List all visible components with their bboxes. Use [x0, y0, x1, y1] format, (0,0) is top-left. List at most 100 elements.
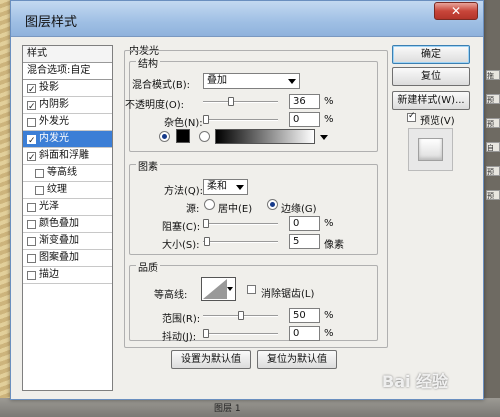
- reset-default-button[interactable]: 复位为默认值: [257, 350, 337, 369]
- style-item-label: 外发光: [39, 116, 69, 127]
- checkbox-icon[interactable]: [27, 133, 36, 149]
- checkbox-icon[interactable]: [27, 150, 36, 166]
- opacity-input[interactable]: 36: [289, 94, 320, 109]
- style-item-label: 图案叠加: [39, 252, 79, 263]
- percent-unit: %: [324, 96, 334, 107]
- blend-mode-value: 叠加: [207, 75, 227, 86]
- source-label: 源:: [186, 204, 200, 215]
- source-center-radio[interactable]: [204, 199, 215, 210]
- layer-style-dialog: 图层样式 ✕ 样式 混合选项:自定 投影 内阴影 外发光 内发光 斜面和浮雕 等…: [10, 0, 484, 400]
- quality-title: 品质: [136, 259, 160, 274]
- style-item-label: 等高线: [47, 167, 77, 178]
- checkbox-icon[interactable]: [27, 253, 36, 263]
- slider-thumb[interactable]: [238, 311, 244, 320]
- checkbox-icon[interactable]: [27, 82, 36, 98]
- slider-thumb[interactable]: [204, 237, 210, 246]
- slider-thumb[interactable]: [203, 329, 209, 338]
- blend-options-item[interactable]: 混合选项:自定: [23, 63, 112, 80]
- checkbox-icon[interactable]: [27, 236, 36, 246]
- checkbox-icon[interactable]: [35, 185, 44, 195]
- checkbox-icon[interactable]: [27, 219, 36, 229]
- set-default-button[interactable]: 设置为默认值: [171, 350, 251, 369]
- checkbox-icon[interactable]: [27, 117, 36, 127]
- antialias-checkbox[interactable]: [247, 285, 256, 294]
- blend-mode-label: 混合模式(B):: [132, 80, 191, 91]
- gradient-picker[interactable]: [215, 129, 328, 144]
- styles-list: 样式 混合选项:自定 投影 内阴影 外发光 内发光 斜面和浮雕 等高线 纹理 光…: [22, 45, 113, 391]
- range-slider[interactable]: [203, 311, 278, 320]
- style-item-contour[interactable]: 等高线: [23, 165, 112, 182]
- method-value: 柔和: [207, 181, 227, 192]
- noise-input[interactable]: 0: [289, 112, 320, 127]
- percent-unit: %: [324, 218, 334, 229]
- reset-button[interactable]: 复位: [392, 67, 470, 86]
- slider-thumb[interactable]: [203, 115, 209, 124]
- chevron-down-icon[interactable]: [227, 287, 233, 291]
- slider-thumb[interactable]: [203, 219, 209, 228]
- watermark: Bai 经验: [382, 372, 449, 391]
- style-item-label: 颜色叠加: [39, 218, 79, 229]
- checkbox-icon[interactable]: [27, 270, 36, 280]
- styles-header[interactable]: 样式: [23, 46, 112, 63]
- noise-slider[interactable]: [203, 115, 278, 124]
- noise-label: 杂色(N):: [164, 118, 203, 129]
- background-bottom-bar: 图层 1: [0, 398, 500, 417]
- choke-slider[interactable]: [203, 219, 278, 228]
- style-item-pattern-overlay[interactable]: 图案叠加: [23, 250, 112, 267]
- close-button[interactable]: ✕: [434, 2, 478, 20]
- style-item-gradient-overlay[interactable]: 渐变叠加: [23, 233, 112, 250]
- method-select[interactable]: 柔和: [203, 179, 248, 195]
- size-slider[interactable]: [203, 237, 278, 246]
- gradient-radio[interactable]: [199, 131, 210, 142]
- layer-name-text: 图层 1: [214, 404, 241, 414]
- jitter-input[interactable]: 0: [289, 326, 320, 341]
- title-bar[interactable]: 图层样式 ✕: [11, 1, 483, 37]
- background-strip-item: 拖: [486, 70, 500, 80]
- checkbox-icon[interactable]: [27, 99, 36, 115]
- range-input[interactable]: 50: [289, 308, 320, 323]
- size-input[interactable]: 5: [289, 234, 320, 249]
- checkbox-icon[interactable]: [27, 202, 36, 212]
- style-item-bevel-emboss[interactable]: 斜面和浮雕: [23, 148, 112, 166]
- slider-thumb[interactable]: [228, 97, 234, 106]
- glow-color-swatch[interactable]: [176, 129, 190, 143]
- size-label: 大小(S):: [162, 240, 200, 251]
- jitter-slider[interactable]: [203, 329, 278, 338]
- color-radio[interactable]: [159, 131, 170, 142]
- style-item-inner-shadow[interactable]: 内阴影: [23, 97, 112, 115]
- method-label: 方法(Q):: [164, 186, 204, 197]
- style-item-outer-glow[interactable]: 外发光: [23, 114, 112, 131]
- dialog-title: 图层样式: [25, 15, 78, 30]
- background-strip-item: 自: [486, 142, 500, 152]
- contour-picker[interactable]: [201, 277, 236, 301]
- background-strip-item: 预设: [486, 190, 500, 200]
- close-icon: ✕: [450, 4, 462, 18]
- preview-thumbnail: [418, 138, 443, 161]
- choke-input[interactable]: 0: [289, 216, 320, 231]
- ok-button[interactable]: 确定: [392, 45, 470, 64]
- style-item-label: 内发光: [39, 133, 69, 144]
- background-strip-item: 预设: [486, 94, 500, 104]
- new-style-button[interactable]: 新建样式(W)...: [392, 91, 470, 110]
- chevron-down-icon[interactable]: [320, 135, 328, 140]
- blend-mode-select[interactable]: 叠加: [203, 73, 300, 89]
- antialias-label: 消除锯齿(L): [261, 289, 315, 300]
- structure-title: 结构: [136, 55, 160, 70]
- preview-checkbox[interactable]: [407, 111, 416, 122]
- jitter-label: 抖动(J):: [162, 332, 197, 343]
- background-strip-item: 预设: [486, 166, 500, 176]
- style-item-satin[interactable]: 光泽: [23, 199, 112, 216]
- source-edge-radio[interactable]: [267, 199, 278, 210]
- choke-label: 阻塞(C):: [162, 222, 201, 233]
- opacity-slider[interactable]: [203, 97, 278, 106]
- style-item-drop-shadow[interactable]: 投影: [23, 80, 112, 98]
- style-item-texture[interactable]: 纹理: [23, 182, 112, 199]
- source-center-label: 居中(E): [218, 204, 253, 215]
- style-item-color-overlay[interactable]: 颜色叠加: [23, 216, 112, 233]
- checkbox-icon[interactable]: [35, 168, 44, 178]
- style-item-label: 光泽: [39, 201, 59, 212]
- style-item-stroke[interactable]: 描边: [23, 267, 112, 284]
- style-item-inner-glow[interactable]: 内发光: [23, 131, 112, 149]
- contour-curve-icon: [203, 279, 227, 299]
- preview-label: 预览(V): [420, 116, 455, 127]
